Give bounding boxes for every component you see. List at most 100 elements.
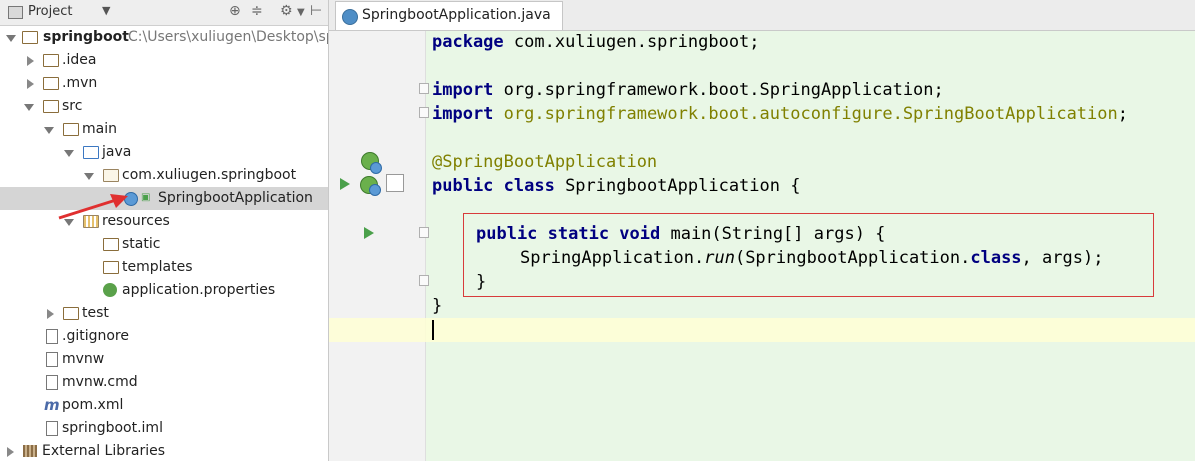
project-toolbar: Project ▼ ⊕ ≑ ⚙ ▼ ⊢: [0, 0, 328, 26]
tree-item-external-libraries[interactable]: External Libraries: [0, 440, 328, 461]
collapse-all-icon[interactable]: ≑: [251, 3, 263, 19]
fold-marker-icon[interactable]: [419, 107, 429, 118]
hide-panel-icon[interactable]: ⊢: [310, 3, 322, 19]
chevron-down-icon[interactable]: ▼: [102, 4, 110, 17]
tree-item-gitignore[interactable]: .gitignore: [0, 325, 328, 348]
chevron-right-icon[interactable]: [7, 447, 14, 457]
code-text: ;: [1117, 104, 1128, 124]
module-folder-icon: [22, 31, 38, 44]
code-line-7: public class SpringbootApplication {: [432, 174, 800, 198]
keyword: import: [432, 80, 494, 100]
tree-item-test[interactable]: test: [0, 302, 328, 325]
folder-icon: [43, 100, 59, 113]
tree-label: SpringbootApplication: [158, 190, 313, 206]
tree-label: test: [82, 305, 109, 321]
run-main-icon[interactable]: [364, 227, 374, 239]
tree-item-java[interactable]: java: [0, 141, 328, 164]
tree-item-src[interactable]: src: [0, 95, 328, 118]
library-icon: [23, 445, 37, 457]
folder-icon: [103, 238, 119, 251]
chevron-down-icon[interactable]: [24, 104, 34, 111]
editor-gutter: [329, 31, 426, 461]
spring-diagram-icon[interactable]: [386, 174, 404, 192]
project-view-title[interactable]: Project: [28, 4, 72, 19]
red-arrow-icon: [58, 194, 128, 220]
code-text: org.springframework.boot.SpringApplicati…: [493, 80, 944, 100]
tree-label: mvnw: [62, 351, 105, 367]
tree-label: static: [122, 236, 161, 252]
chevron-right-icon[interactable]: [47, 309, 54, 319]
code-line-1: package com.xuliugen.springboot;: [432, 30, 760, 54]
code-text: com.xuliugen.springboot;: [503, 32, 760, 52]
tree-item-templates[interactable]: templates: [0, 256, 328, 279]
unused-import-text: org.springframework.boot.autoconfigure.S…: [493, 104, 1118, 124]
code-text: }: [432, 296, 443, 316]
tree-item-springboot-iml[interactable]: springboot.iml: [0, 417, 328, 440]
tree-label: application.properties: [122, 282, 276, 298]
project-panel: Project ▼ ⊕ ≑ ⚙ ▼ ⊢ springboot C:\Users\…: [0, 0, 329, 461]
tree-item-static[interactable]: static: [0, 233, 328, 256]
chevron-right-icon[interactable]: [27, 79, 34, 89]
spring-config-icon: [370, 162, 382, 174]
tree-item-pom-xml[interactable]: m pom.xml: [0, 394, 328, 417]
tree-label: .mvn: [62, 75, 98, 91]
tree-item-mvnw[interactable]: mvnw: [0, 348, 328, 371]
fold-marker-icon[interactable]: [419, 83, 429, 94]
code-line-4: import org.springframework.boot.autoconf…: [432, 102, 1128, 126]
locate-icon[interactable]: ⊕: [229, 3, 241, 19]
tree-item-springbootapplication[interactable]: ▣ SpringbootApplication: [0, 187, 328, 210]
tab-springbootapplication-java[interactable]: SpringbootApplication.java: [335, 1, 563, 30]
tree-label: .gitignore: [62, 328, 129, 344]
spring-config-icon: [369, 184, 381, 196]
chevron-down-icon[interactable]: ▼: [297, 7, 305, 18]
tree-label: mvnw.cmd: [62, 374, 138, 390]
chevron-down-icon[interactable]: [44, 127, 54, 134]
tab-label: SpringbootApplication.java: [362, 7, 551, 23]
tree-item-idea[interactable]: .idea: [0, 49, 328, 72]
code-text: SpringbootApplication {: [554, 176, 801, 196]
tree-item-main[interactable]: main: [0, 118, 328, 141]
tree-label: com.xuliugen.springboot: [122, 167, 297, 183]
tree-item-springboot[interactable]: springboot C:\Users\xuliugen\Desktop\sp: [0, 26, 328, 49]
chevron-down-icon[interactable]: [64, 150, 74, 157]
folder-icon: [63, 123, 79, 136]
tree-label: External Libraries: [42, 443, 165, 459]
editor-tab-bar: SpringbootApplication.java: [329, 0, 1195, 31]
keyword: import: [432, 104, 494, 124]
tree-item-resources[interactable]: resources: [0, 210, 328, 233]
chevron-down-icon[interactable]: [6, 35, 16, 42]
folder-icon: [43, 54, 59, 67]
run-class-icon[interactable]: [340, 178, 350, 190]
fold-marker-icon[interactable]: [419, 275, 429, 286]
source-folder-icon: [83, 146, 99, 159]
keyword: package: [432, 32, 504, 52]
tree-item-mvnw-cmd[interactable]: mvnw.cmd: [0, 371, 328, 394]
maven-icon: m: [44, 396, 60, 414]
chevron-down-icon[interactable]: [64, 219, 74, 226]
highlight-box: [463, 213, 1154, 297]
code-line-3: import org.springframework.boot.SpringAp…: [432, 78, 944, 102]
tree-label: main: [82, 121, 117, 137]
tree-label: springboot.iml: [62, 420, 163, 436]
file-icon: [46, 421, 58, 436]
chevron-right-icon[interactable]: [27, 56, 34, 66]
gear-icon[interactable]: ⚙: [280, 3, 293, 19]
tree-label: pom.xml: [62, 397, 124, 413]
file-icon: [46, 329, 58, 344]
file-icon: [46, 352, 58, 367]
tree-item-mvn[interactable]: .mvn: [0, 72, 328, 95]
project-path: C:\Users\xuliugen\Desktop\sp: [128, 29, 329, 45]
keyword: public class: [432, 176, 555, 196]
text-caret: [432, 320, 434, 340]
tree-item-package[interactable]: com.xuliugen.springboot: [0, 164, 328, 187]
tree-label: java: [102, 144, 132, 160]
tree-item-application-properties[interactable]: application.properties: [0, 279, 328, 302]
folder-icon: [103, 261, 119, 274]
fold-marker-icon[interactable]: [419, 227, 429, 238]
spring-properties-icon: [103, 283, 117, 297]
chevron-down-icon[interactable]: [84, 173, 94, 180]
current-line-highlight: [329, 318, 1195, 342]
annotation: @SpringBootApplication: [432, 152, 658, 172]
tree-label: src: [62, 98, 83, 114]
package-icon: [103, 169, 119, 182]
